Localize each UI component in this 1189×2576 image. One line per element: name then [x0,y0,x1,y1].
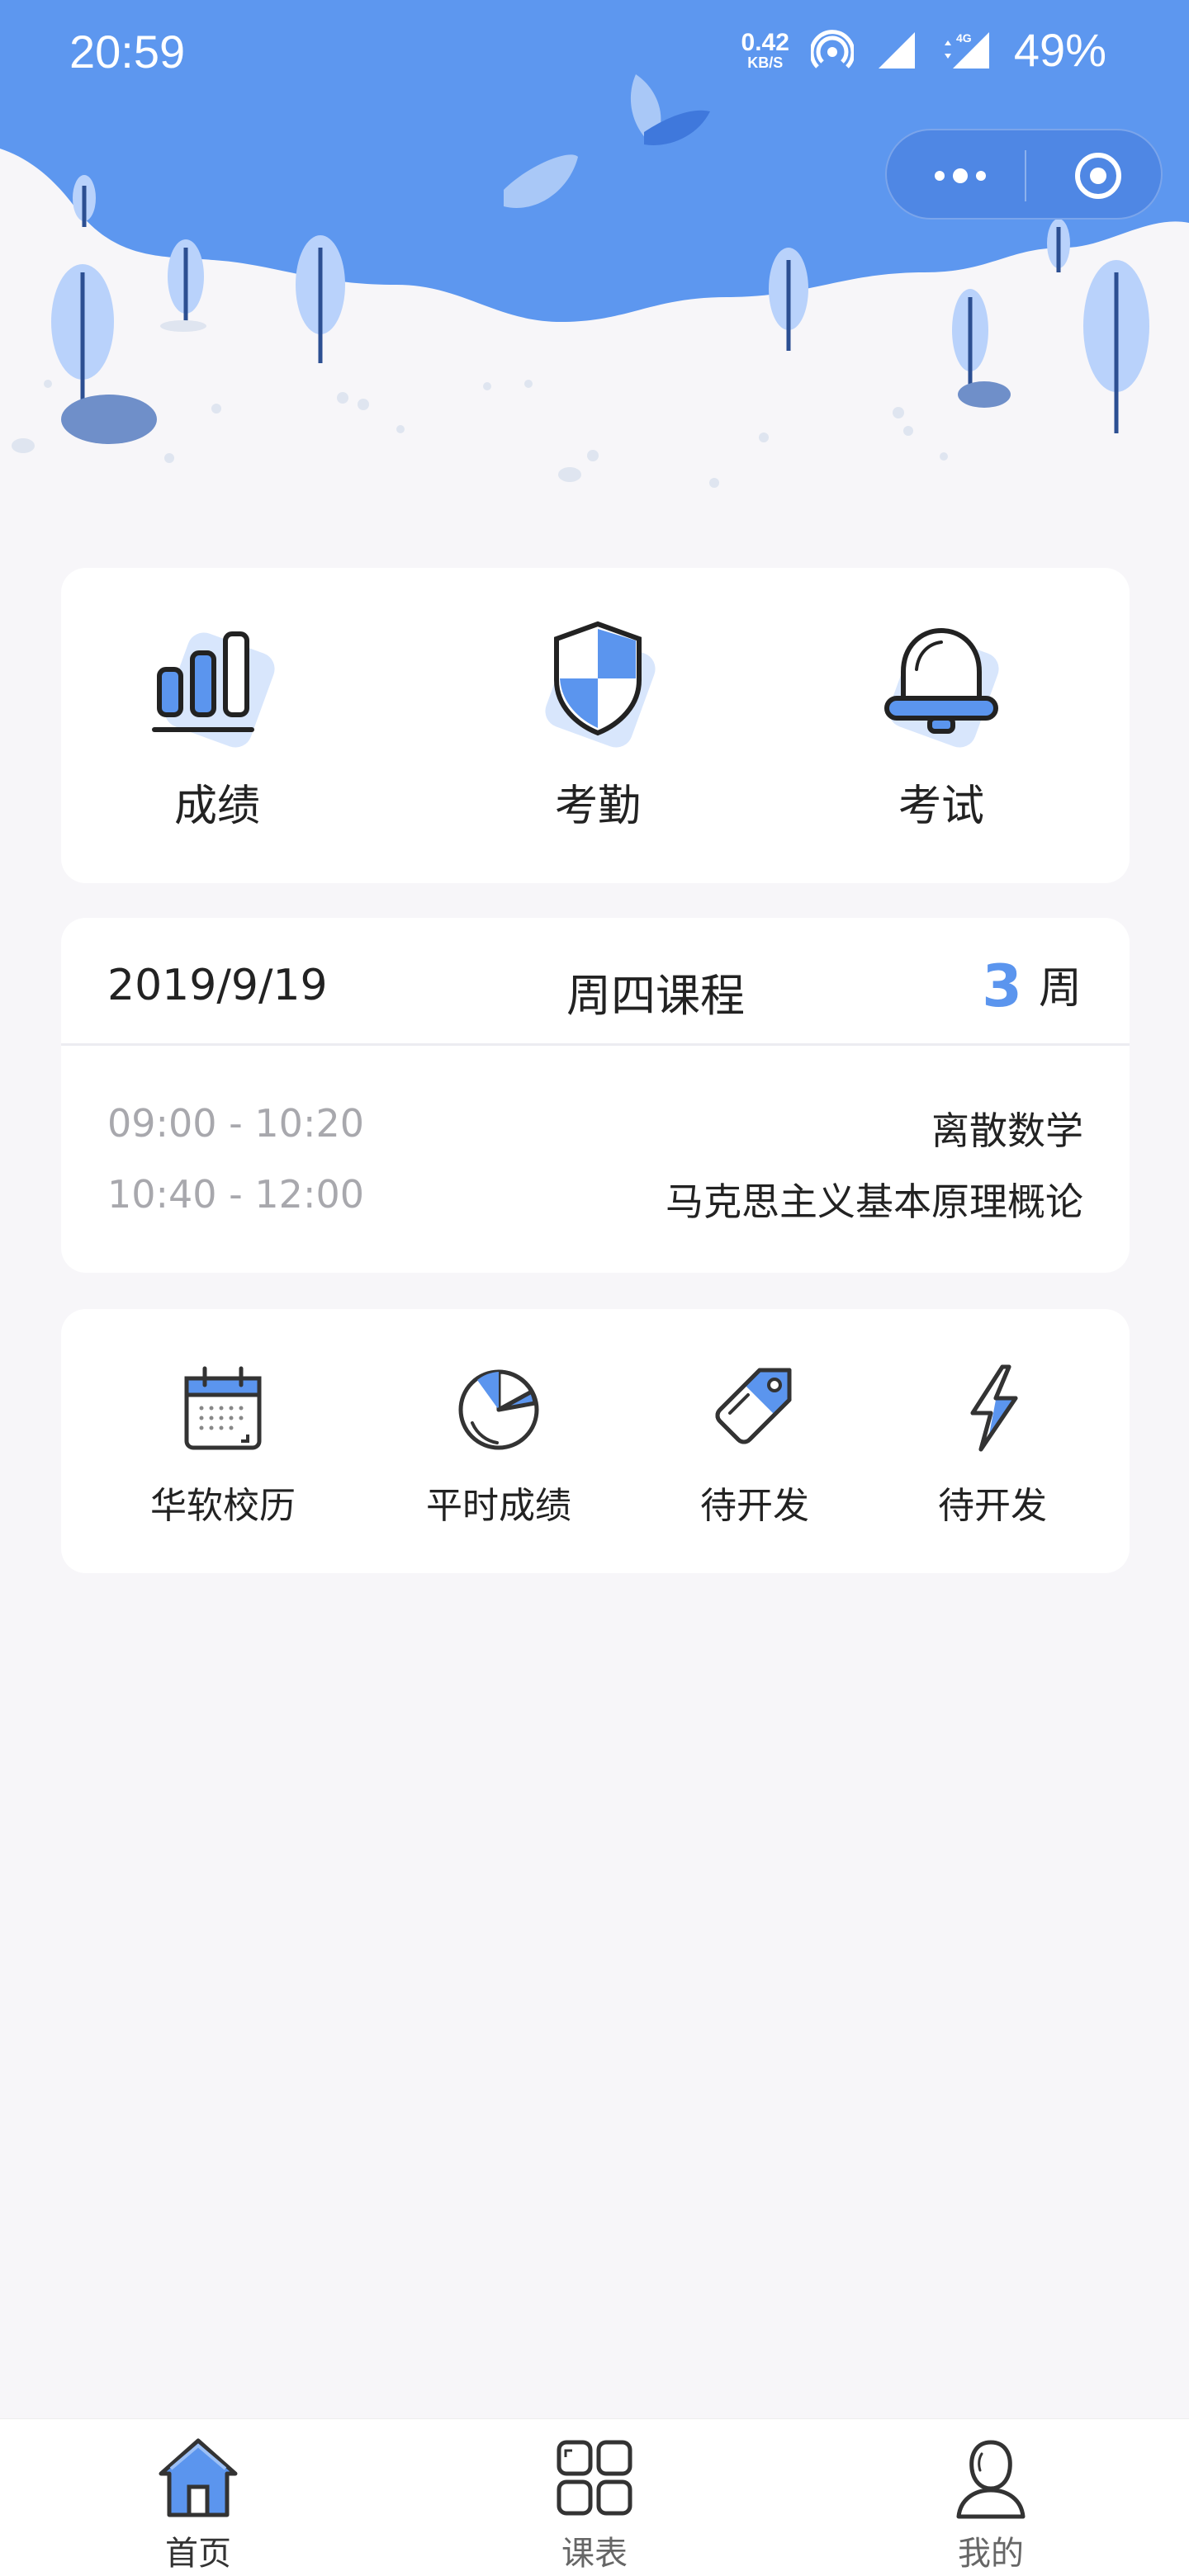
target-circle-icon[interactable] [1073,151,1123,201]
bottom-tab-bar: 首页 课表 我的 [0,2418,1189,2576]
calendar-icon [184,1366,262,1450]
week-unit: 周 [1038,964,1082,1014]
status-time: 20:59 [69,26,186,78]
schedule-card[interactable]: 2019/9/19 周四课程 3周 09:00 - 10:20 离散数学 10:… [61,918,1130,1273]
bar-chart-icon [152,631,275,748]
battery-percent: 49% [1013,24,1106,76]
tab-label: 首页 [165,2535,231,2573]
more-dots-icon[interactable] [923,149,997,203]
tool-daily-grades[interactable]: 平时成绩 [391,1359,606,1529]
schedule-header: 2019/9/19 周四课程 3周 [61,918,1130,1046]
course-row[interactable]: 10:40 - 12:00 马克思主义基本原理概论 [107,1172,1083,1230]
feature-label: 考勤 [554,782,641,831]
tab-profile[interactable]: 我的 [908,2434,1073,2574]
course-name: 马克思主义基本原理概论 [666,1179,1083,1224]
course-time: 09:00 - 10:20 [107,1101,364,1146]
tab-label: 我的 [958,2535,1024,2573]
tab-home[interactable]: 首页 [116,2434,281,2574]
tool-placeholder-1[interactable]: 待开发 [647,1359,862,1529]
tool-label: 待开发 [700,1485,809,1527]
net-speed: 0.42 KB/S [741,28,789,71]
tool-calendar[interactable]: 华软校历 [116,1359,330,1529]
tab-label: 课表 [561,2535,628,2573]
schedule-date: 2019/9/19 [107,961,328,1010]
signal-4g-icon: 4G [944,31,989,69]
tool-label: 华软校历 [150,1485,296,1527]
network-type-label: 4G [956,31,972,45]
user-icon [956,2440,1026,2519]
schedule-title: 周四课程 [566,970,745,1022]
home-icon [159,2438,238,2517]
feature-grades[interactable]: 成绩 [118,607,316,833]
tag-icon [715,1368,792,1444]
grid-icon [557,2440,632,2516]
feature-card: 成绩 考勤 考试 [61,568,1130,883]
tools-card: 华软校历 平时成绩 待开发 待开发 [61,1309,1130,1573]
tool-placeholder-2[interactable]: 待开发 [885,1359,1100,1529]
course-time: 10:40 - 12:00 [107,1172,364,1217]
status-icons: 0.42 KB/S 4G 49% [741,23,1106,77]
week-indicator: 3周 [982,952,1082,1020]
pie-chart-icon [458,1369,539,1450]
status-bar: 20:59 0.42 KB/S 4G 49% [0,0,1189,107]
feature-label: 成绩 [173,782,260,831]
bell-icon [884,627,999,748]
tool-label: 平时成绩 [426,1485,571,1527]
feature-attendance[interactable]: 考勤 [499,607,697,833]
course-name: 离散数学 [931,1108,1083,1153]
net-speed-unit: KB/S [747,54,784,71]
feature-exam[interactable]: 考试 [842,607,1040,833]
shield-icon [545,621,656,748]
course-row[interactable]: 09:00 - 10:20 离散数学 [107,1101,1083,1159]
lightning-icon [970,1364,1018,1452]
tab-timetable[interactable]: 课表 [512,2434,677,2574]
tool-label: 待开发 [938,1485,1047,1527]
feature-label: 考试 [898,782,984,831]
hotspot-icon [810,29,854,69]
mini-program-capsule [885,129,1163,220]
capsule-divider [1025,150,1026,201]
week-number: 3 [982,952,1022,1020]
signal-icon [878,31,915,69]
net-speed-value: 0.42 [741,28,789,56]
